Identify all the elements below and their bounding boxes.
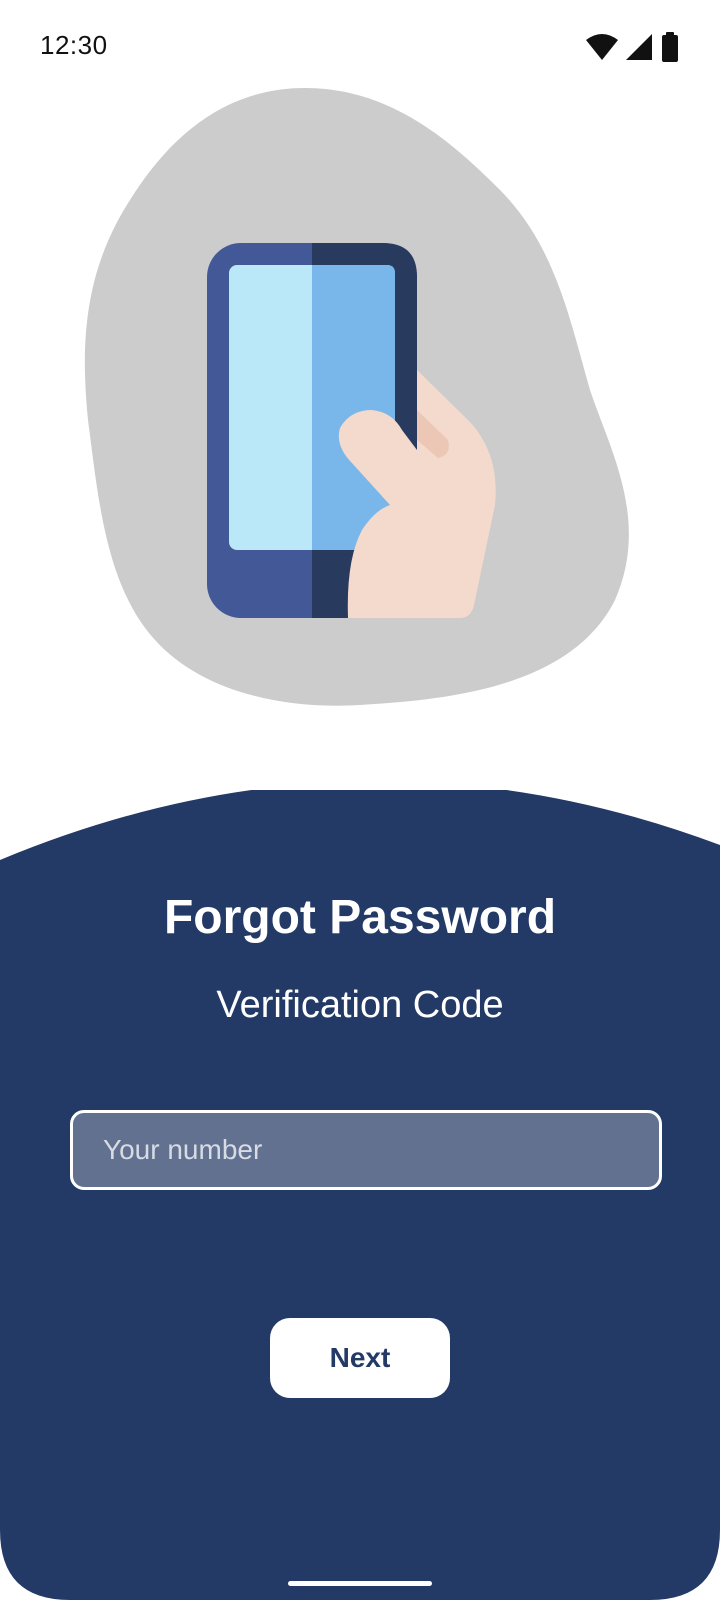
- home-indicator[interactable]: [288, 1581, 432, 1586]
- page-subtitle: Verification Code: [216, 984, 504, 1026]
- hand-holding-phone-illustration: [0, 80, 720, 720]
- phone-number-input[interactable]: [70, 1110, 662, 1190]
- status-icons: [586, 32, 680, 62]
- wifi-icon: [586, 34, 618, 60]
- next-button[interactable]: Next: [270, 1318, 450, 1398]
- page-title: Forgot Password: [163, 891, 557, 944]
- battery-icon: [662, 32, 678, 62]
- cell-signal-icon: [626, 34, 652, 60]
- status-time: 12:30: [40, 30, 108, 60]
